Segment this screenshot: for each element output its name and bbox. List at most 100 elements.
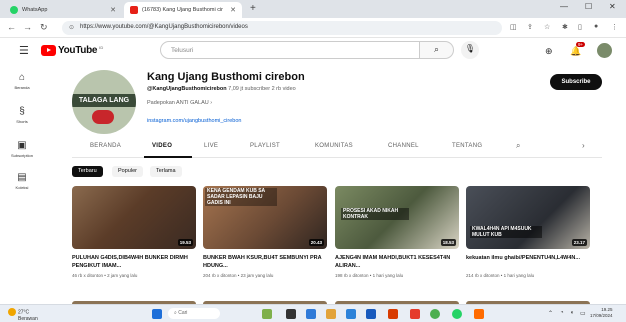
- video-title[interactable]: PULUHAN G4DIS,DIB4W4H BUNKER DIRMH PENGI…: [72, 255, 196, 270]
- library-icon: ▤: [17, 172, 27, 183]
- search-button[interactable]: ⌕: [420, 41, 454, 59]
- video-meta: 198 rb x ditonton • 1 hari yang lalu: [335, 273, 404, 278]
- chrome-icon[interactable]: [430, 309, 440, 319]
- clock-time: 19.25: [601, 307, 613, 312]
- video-thumbnail[interactable]: KWAL4H4N API M4SUUK MULUT KUB 23.17: [466, 186, 590, 249]
- active-tab-underline: [144, 156, 192, 158]
- tray-chevron-icon[interactable]: ⌃: [548, 310, 553, 317]
- search-input[interactable]: Telusuri: [160, 41, 420, 59]
- video-title[interactable]: AJENG4N IMAM MAHDI,BUKT1 KESES4T4N ALIRA…: [335, 255, 459, 270]
- search-placeholder: Telusuri: [171, 47, 194, 54]
- share-icon[interactable]: ⇪: [527, 23, 533, 31]
- weather-widget[interactable]: 27°C Berawan: [8, 308, 38, 322]
- taskbar-clock[interactable]: 19.25 17/09/2024: [590, 307, 613, 319]
- side-panel-icon[interactable]: ▯: [578, 23, 582, 31]
- shorts-icon: §: [19, 106, 25, 117]
- tab-tentang[interactable]: TENTANG: [452, 143, 482, 149]
- channel-tabs: BERANDA VIDEO LIVE PLAYLIST KOMUNITAS CH…: [72, 140, 602, 158]
- search-icon: ⌕: [433, 44, 440, 54]
- profile-icon[interactable]: ●: [594, 23, 598, 30]
- video-thumbnail[interactable]: 19.53: [72, 186, 196, 249]
- tab-channel[interactable]: CHANNEL: [388, 143, 419, 149]
- os-taskbar: 27°C Berawan ⌕ Cari ⌃ ◔ ◖ ▭ 19.25 17/09/…: [0, 304, 626, 322]
- notifications-bell-icon[interactable]: 🔔: [570, 46, 581, 57]
- chip-populer[interactable]: Populer: [112, 166, 143, 177]
- site-info-icon[interactable]: ⊙: [69, 24, 74, 31]
- extensions-icon[interactable]: ✱: [562, 23, 568, 31]
- video-meta: 46 rb x ditonton • 2 jam yang lalu: [72, 273, 138, 278]
- channel-description-text: Padepokan ANTI GALAU: [147, 100, 209, 106]
- channel-search-icon[interactable]: ⌕: [516, 141, 521, 151]
- whatsapp-icon[interactable]: [452, 309, 462, 319]
- rail-item-subscriptions[interactable]: ▣ Subscription: [0, 140, 44, 158]
- channel-stats: 7,09 jt subscriber 2 rb video: [228, 86, 296, 92]
- video-meta: 214 rb x ditonton • 1 hari yang lalu: [466, 273, 535, 278]
- taskbar-search-input[interactable]: ⌕ Cari: [168, 308, 220, 319]
- whatsapp-icon: [10, 6, 18, 14]
- notification-count-badge: 9+: [576, 42, 586, 47]
- create-video-icon[interactable]: ⊕: [545, 46, 553, 57]
- channel-link[interactable]: instagram.com/ujangbusthomi_cirebon: [147, 118, 241, 124]
- browser-tab-label: WhatsApp: [22, 7, 48, 13]
- tab-beranda[interactable]: BERANDA: [90, 143, 121, 149]
- google-lens-icon[interactable]: ◫: [510, 23, 517, 31]
- bookmark-star-icon[interactable]: ☆: [544, 23, 550, 31]
- account-avatar[interactable]: [597, 43, 612, 58]
- channel-avatar: TALAGA LANG: [72, 70, 136, 134]
- maximize-icon[interactable]: ☐: [585, 2, 592, 11]
- browser-tab-whatsapp[interactable]: WhatsApp ✕: [4, 2, 122, 18]
- new-tab-button[interactable]: +: [250, 3, 256, 14]
- forward-icon[interactable]: →: [23, 22, 32, 32]
- app-icon[interactable]: [410, 309, 420, 319]
- rail-item-library[interactable]: ▤ Koleksi: [0, 172, 44, 190]
- chip-terbaru[interactable]: Terbaru: [72, 166, 103, 177]
- country-code: ID: [99, 45, 104, 50]
- channel-description[interactable]: Padepokan ANTI GALAU ›: [147, 100, 212, 106]
- volume-icon[interactable]: ◖: [570, 310, 574, 316]
- rail-item-home[interactable]: ⌂ Beranda: [0, 72, 44, 90]
- rail-item-label: Beranda: [14, 85, 30, 90]
- battery-icon[interactable]: ▭: [580, 310, 586, 317]
- store-icon[interactable]: [346, 309, 356, 319]
- task-view-icon[interactable]: [286, 309, 296, 319]
- reload-icon[interactable]: ↻: [40, 22, 48, 33]
- browser-tab-youtube[interactable]: (16783) Kang Ujang Busthomi cir ✕: [124, 2, 242, 18]
- motorbike-graphic: [92, 110, 114, 124]
- video-title[interactable]: kekuatan ilmu ghaib//PENENTU4N,L4W4N...: [466, 255, 590, 263]
- close-icon[interactable]: ✕: [110, 6, 116, 14]
- back-icon[interactable]: ←: [7, 22, 16, 32]
- clock-date: 17/09/2024: [590, 313, 613, 318]
- weather-icon: [8, 308, 16, 316]
- tab-live[interactable]: LIVE: [204, 143, 218, 149]
- rail-item-label: Koleksi: [15, 185, 29, 190]
- video-thumbnail[interactable]: PROSESI AKAD NIKAH KONTRAK 18.53: [335, 186, 459, 249]
- tab-video[interactable]: VIDEO: [152, 143, 172, 149]
- minimize-icon[interactable]: —: [560, 2, 568, 11]
- tab-komunitas[interactable]: KOMUNITAS: [315, 143, 353, 149]
- menu-kebab-icon[interactable]: ⋮: [611, 23, 618, 31]
- tab-playlist[interactable]: PLAYLIST: [250, 143, 280, 149]
- youtube-logo[interactable]: YouTube ID: [41, 45, 103, 56]
- chevron-right-icon[interactable]: ›: [582, 141, 585, 150]
- url-field[interactable]: ⊙ https://www.youtube.com/@KangUjangBust…: [62, 21, 502, 35]
- youtube-wordmark: YouTube: [58, 45, 98, 56]
- weather-desc: Berawan: [18, 316, 38, 322]
- close-icon[interactable]: ✕: [230, 6, 236, 14]
- video-thumbnail[interactable]: KENA GENDAM KUB SA SADAR LEPASIN BAJU GA…: [203, 186, 327, 249]
- edge-browser-icon[interactable]: [306, 309, 316, 319]
- video-title[interactable]: BUNKER BWAH KSUR,BU4T SEMBUNYI PRA HDUNG…: [203, 255, 327, 270]
- office-icon[interactable]: [388, 309, 398, 319]
- subscribe-button[interactable]: Subscribe: [550, 74, 602, 90]
- window-close-icon[interactable]: ✕: [609, 2, 616, 11]
- video-meta: 204 rb x ditonton • 23 jam yang lalu: [203, 273, 274, 278]
- hamburger-menu-icon[interactable]: ☰: [19, 44, 29, 57]
- chip-terlama[interactable]: Terlama: [150, 166, 182, 177]
- app-icon[interactable]: [474, 309, 484, 319]
- start-menu-icon[interactable]: [152, 309, 162, 319]
- rail-item-shorts[interactable]: § Shorts: [0, 106, 44, 124]
- file-explorer-icon[interactable]: [326, 309, 336, 319]
- voice-search-button[interactable]: 🎙: [461, 41, 479, 59]
- taskbar-app-icon[interactable]: [262, 309, 272, 319]
- word-icon[interactable]: [366, 309, 376, 319]
- wifi-icon[interactable]: ◔: [560, 310, 564, 316]
